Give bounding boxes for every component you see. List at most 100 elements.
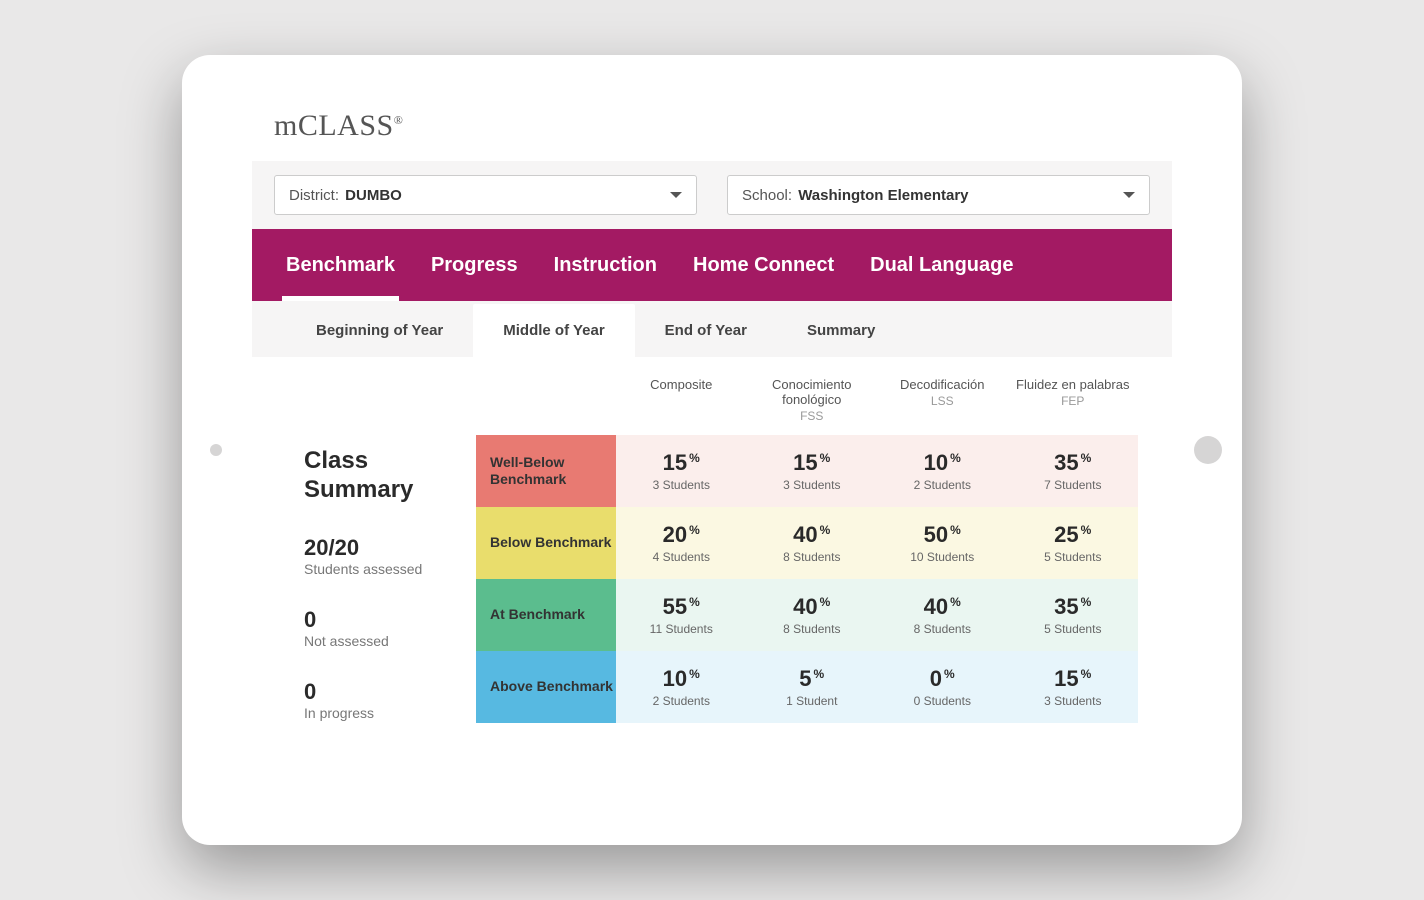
cell-students: 3 Students	[1008, 694, 1139, 708]
column-title: Composite	[650, 377, 712, 392]
app-root: mCLASS® District: DUMBO School: Washingt…	[252, 97, 1172, 845]
cell-percent: 40%	[747, 522, 878, 548]
subtab-summary[interactable]: Summary	[777, 304, 905, 357]
chevron-down-icon	[1123, 192, 1135, 198]
main-nav: Benchmark Progress Instruction Home Connect…	[252, 229, 1172, 301]
cell-students: 4 Students	[616, 550, 747, 564]
row-label: Below Benchmark	[476, 507, 616, 579]
cell-percent: 5%	[747, 666, 878, 692]
stat-number: 0	[304, 607, 476, 633]
column-title: Decodificación	[900, 377, 985, 392]
column-header: Conocimiento fonológico FSS	[747, 357, 878, 435]
row-label: At Benchmark	[476, 579, 616, 651]
stat-label: Students assessed	[304, 561, 476, 577]
cell-students: 0 Students	[877, 694, 1008, 708]
nav-item-home-connect[interactable]: Home Connect	[693, 229, 834, 301]
subtab-end-of-year[interactable]: End of Year	[635, 304, 777, 357]
row-label: Above Benchmark	[476, 651, 616, 723]
data-cell: 55% 11 Students	[616, 579, 747, 651]
cell-percent: 15%	[616, 450, 747, 476]
brand-registered-icon: ®	[394, 113, 404, 127]
column-header: Decodificación LSS	[877, 357, 1008, 435]
cell-students: 3 Students	[616, 478, 747, 492]
summary-grid: Composite Conocimiento fonológico FSS Decod…	[476, 357, 1138, 751]
cell-percent: 55%	[616, 594, 747, 620]
data-cell: 35% 7 Students	[1008, 435, 1139, 507]
cell-percent: 10%	[616, 666, 747, 692]
data-cell: 15% 3 Students	[1008, 651, 1139, 723]
column-headers: Composite Conocimiento fonológico FSS Decod…	[476, 357, 1138, 435]
cell-students: 3 Students	[747, 478, 878, 492]
data-cell: 0% 0 Students	[877, 651, 1008, 723]
nav-item-progress[interactable]: Progress	[431, 229, 518, 301]
nav-item-instruction[interactable]: Instruction	[554, 229, 657, 301]
summary-panel: Class Summary 20/20Students assessed0Not…	[286, 357, 1138, 751]
selector-row: District: DUMBO School: Washington Eleme…	[252, 161, 1172, 229]
brand-text: mCLASS	[274, 109, 394, 142]
cell-students: 5 Students	[1008, 622, 1139, 636]
data-cell: 5% 1 Student	[747, 651, 878, 723]
cell-percent: 20%	[616, 522, 747, 548]
data-cell: 15% 3 Students	[616, 435, 747, 507]
district-label: District:	[289, 187, 343, 204]
column-subtitle: LSS	[883, 394, 1002, 408]
summary-stat: 0Not assessed	[304, 607, 476, 649]
cell-percent: 15%	[1008, 666, 1139, 692]
data-cell: 15%3 Students	[747, 435, 878, 507]
data-cell: 10%2 Students	[877, 435, 1008, 507]
subtab-middle-of-year[interactable]: Middle of Year	[473, 304, 634, 357]
school-value: Washington Elementary	[798, 187, 968, 204]
data-cell: 40% 8 Students	[877, 579, 1008, 651]
column-header: Fluidez en palabras FEP	[1008, 357, 1139, 435]
nav-item-benchmark[interactable]: Benchmark	[286, 229, 395, 301]
data-cell: 20% 4 Students	[616, 507, 747, 579]
cell-students: 10 Students	[877, 550, 1008, 564]
cell-percent: 35%	[1008, 594, 1139, 620]
cell-percent: 40%	[877, 594, 1008, 620]
data-cell: 25% 5 Students	[1008, 507, 1139, 579]
column-title: Conocimiento fonológico	[772, 377, 852, 407]
column-subtitle: FEP	[1014, 394, 1133, 408]
data-cell: 40% 8 Students	[747, 579, 878, 651]
nav-item-dual-language[interactable]: Dual Language	[870, 229, 1013, 301]
period-tabs: Beginning of YearMiddle of YearEnd of Ye…	[252, 301, 1172, 357]
stat-label: In progress	[304, 705, 476, 721]
cell-students: 8 Students	[747, 622, 878, 636]
data-cell: 35% 5 Students	[1008, 579, 1139, 651]
cell-percent: 40%	[747, 594, 878, 620]
data-cell: 40% 8 Students	[747, 507, 878, 579]
cell-percent: 35%	[1008, 450, 1139, 476]
cell-students: 2 Students	[877, 478, 1008, 492]
cell-percent: 50%	[877, 522, 1008, 548]
district-value: DUMBO	[345, 187, 402, 204]
chevron-down-icon	[670, 192, 682, 198]
summary-stat: 20/20Students assessed	[304, 535, 476, 577]
school-select[interactable]: School: Washington Elementary	[727, 175, 1150, 215]
subtab-beginning-of-year[interactable]: Beginning of Year	[286, 304, 473, 357]
cell-students: 1 Student	[747, 694, 878, 708]
tablet-frame: mCLASS® District: DUMBO School: Washingt…	[182, 55, 1242, 845]
benchmark-row-av: Above Benchmark10%2 Students5%1 Student0…	[476, 651, 1138, 723]
column-title: Fluidez en palabras	[1016, 377, 1129, 392]
summary-stat: 0In progress	[304, 679, 476, 721]
home-button-icon[interactable]	[1194, 436, 1222, 464]
column-header: Composite	[616, 357, 747, 435]
cell-students: 8 Students	[877, 622, 1008, 636]
column-subtitle: FSS	[753, 409, 872, 423]
cell-students: 2 Students	[616, 694, 747, 708]
brand-title: mCLASS®	[252, 97, 1172, 161]
district-select[interactable]: District: DUMBO	[274, 175, 697, 215]
cell-students: 11 Students	[616, 622, 747, 636]
cell-students: 8 Students	[747, 550, 878, 564]
stat-label: Not assessed	[304, 633, 476, 649]
cell-percent: 0%	[877, 666, 1008, 692]
benchmark-row-ab: At Benchmark55%11 Students40%8 Students4…	[476, 579, 1138, 651]
benchmark-row-bb: Below Benchmark20% 4 Students40% 8 Student…	[476, 507, 1138, 579]
data-cell: 50% 10 Students	[877, 507, 1008, 579]
cell-students: 5 Students	[1008, 550, 1139, 564]
cell-percent: 25%	[1008, 522, 1139, 548]
cell-students: 7 Students	[1008, 478, 1139, 492]
header-spacer	[476, 357, 616, 435]
class-summary-heading: Class Summary	[304, 447, 476, 505]
stat-number: 0	[304, 679, 476, 705]
